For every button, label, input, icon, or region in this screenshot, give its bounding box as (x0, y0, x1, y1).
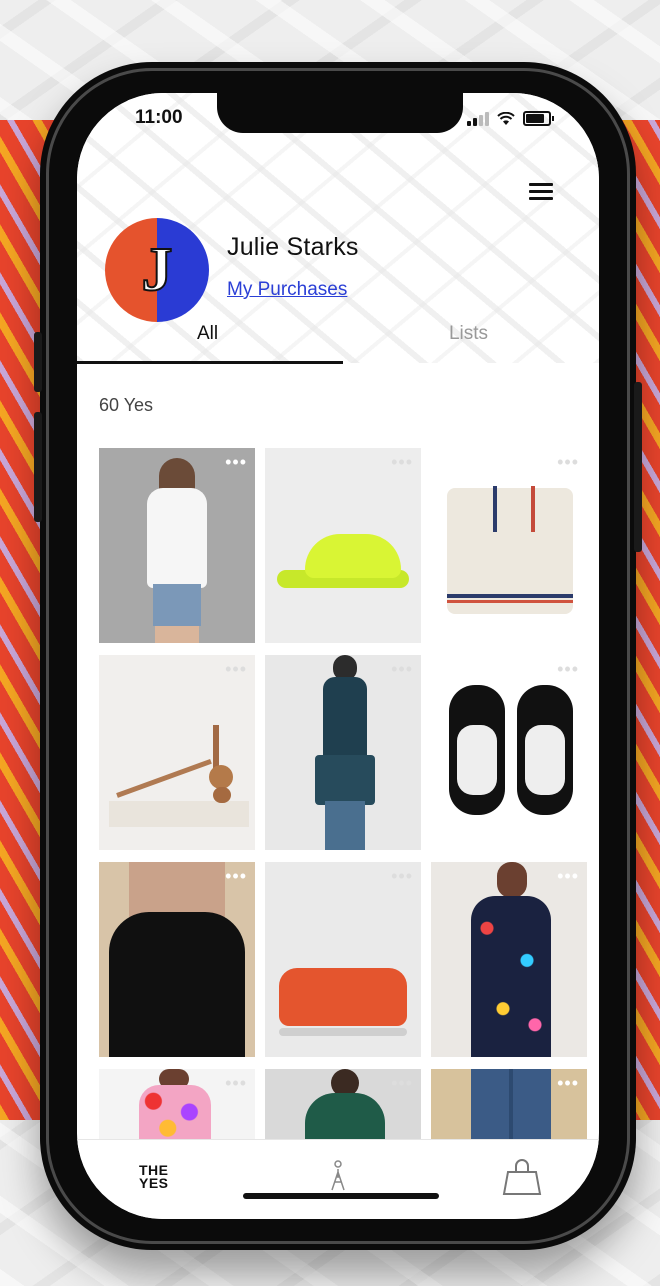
more-options-icon[interactable]: ••• (225, 1073, 247, 1094)
more-options-icon[interactable]: ••• (557, 452, 579, 473)
home-indicator (243, 1193, 439, 1199)
phone-button-silent (34, 332, 42, 392)
more-options-icon[interactable]: ••• (391, 1073, 413, 1094)
product-image (449, 685, 573, 825)
shopping-bag-icon[interactable] (502, 1158, 542, 1196)
more-options-icon[interactable]: ••• (557, 1073, 579, 1094)
tab-lists[interactable]: Lists (338, 305, 599, 363)
product-image (461, 862, 561, 1057)
product-image (135, 1069, 215, 1139)
app-screen: 11:00 J Julie Starks My Purchases All Li… (77, 93, 599, 1219)
product-tile[interactable]: ••• (431, 655, 587, 850)
more-options-icon[interactable]: ••• (391, 866, 413, 887)
product-image (447, 478, 573, 614)
more-options-icon[interactable]: ••• (225, 866, 247, 887)
the-yes-logo[interactable]: THE YES (139, 1163, 169, 1191)
product-image (279, 958, 407, 1038)
product-tile[interactable]: ••• (99, 655, 255, 850)
more-options-icon[interactable]: ••• (225, 659, 247, 680)
phone-frame: 11:00 J Julie Starks My Purchases All Li… (34, 62, 642, 1250)
status-time: 11:00 (135, 107, 183, 128)
yes-count: 60 Yes (99, 395, 154, 415)
product-image (277, 534, 409, 590)
user-name: Julie Starks (227, 233, 359, 261)
product-tile[interactable]: ••• (265, 448, 421, 643)
product-tile[interactable]: ••• (265, 1069, 421, 1139)
profile-tabs: All Lists (77, 305, 599, 365)
product-image (295, 1069, 395, 1139)
bottom-nav: THE YES (77, 1139, 599, 1219)
status-icons (467, 111, 554, 126)
battery-icon (523, 111, 554, 126)
person-figure-icon[interactable] (326, 1160, 350, 1196)
product-tile[interactable]: ••• (431, 862, 587, 1057)
signal-icon (467, 112, 489, 126)
product-tile[interactable]: ••• (431, 1069, 587, 1139)
phone-notch (217, 93, 463, 133)
more-options-icon[interactable]: ••• (391, 452, 413, 473)
more-options-icon[interactable]: ••• (391, 659, 413, 680)
product-tile[interactable]: ••• (431, 448, 587, 643)
tab-all[interactable]: All (77, 305, 338, 363)
wifi-icon (497, 112, 515, 125)
my-purchases-link[interactable]: My Purchases (227, 279, 347, 301)
hamburger-menu-icon[interactable] (529, 183, 553, 201)
phone-button-volume (34, 412, 42, 522)
more-options-icon[interactable]: ••• (557, 866, 579, 887)
logo-line-2: YES (139, 1175, 169, 1191)
product-tile[interactable]: ••• (99, 448, 255, 643)
more-options-icon[interactable]: ••• (557, 659, 579, 680)
product-tile[interactable]: ••• (99, 862, 255, 1057)
product-tile[interactable]: ••• (99, 1069, 255, 1139)
product-tile[interactable]: ••• (265, 862, 421, 1057)
product-image (109, 715, 249, 827)
product-image (99, 862, 255, 1057)
product-image (139, 458, 215, 643)
phone-button-power (634, 382, 642, 552)
product-tile[interactable]: ••• (265, 655, 421, 850)
product-image (471, 1069, 551, 1139)
product-image (295, 655, 395, 850)
active-tab-indicator (77, 361, 343, 364)
more-options-icon[interactable]: ••• (225, 452, 247, 473)
